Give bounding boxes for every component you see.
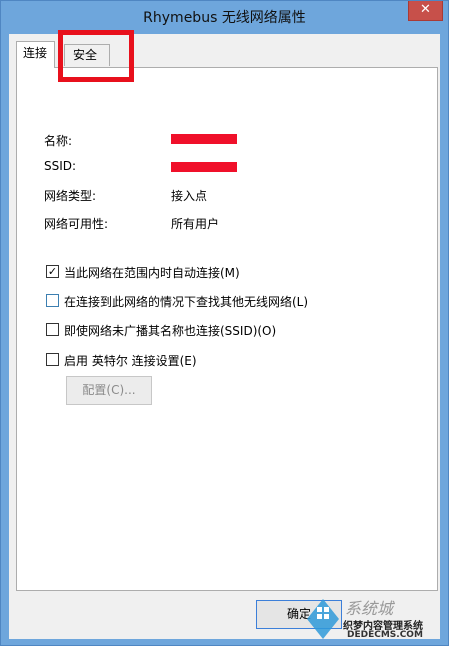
option-label: 即使网络未广播其名称也连接(SSID)(O) <box>64 324 277 338</box>
option-label: 当此网络在范围内时自动连接(M) <box>64 266 240 280</box>
info-value: 接入点 <box>171 189 208 203</box>
checkbox-icon[interactable] <box>46 323 59 336</box>
watermark: 系统城 织梦内容管理系统 DEDECMS.COM <box>297 589 449 646</box>
redaction-bar <box>171 162 237 172</box>
tab-connection[interactable]: 连接 <box>16 41 55 68</box>
window-title: Rhymebus 无线网络属性 <box>143 10 306 26</box>
info-label: 名称: <box>44 134 73 148</box>
checkbox-icon[interactable] <box>46 294 59 307</box>
connection-panel: 名称: SSID: 网络类型: 接入点 网络可用性: 所有用户 ✓ 当此网络在范… <box>16 67 438 591</box>
info-label: 网络可用性: <box>44 217 109 231</box>
configure-button[interactable]: 配置(C)... <box>66 376 152 405</box>
option-label: 启用 英特尔 连接设置(E) <box>64 354 197 368</box>
close-icon: ✕ <box>420 2 431 17</box>
properties-window: Rhymebus 无线网络属性 ✕ 连接 安全 名称: SSID: 网络类型: … <box>0 0 449 646</box>
dialog-client-area: 连接 安全 名称: SSID: 网络类型: 接入点 网络可用性: 所有用户 ✓ … <box>9 34 440 639</box>
option-label: 在连接到此网络的情况下查找其他无线网络(L) <box>64 295 309 309</box>
windows-logo-icon <box>307 599 339 639</box>
checkbox-icon[interactable] <box>46 353 59 366</box>
close-button[interactable]: ✕ <box>408 1 443 21</box>
info-value: 所有用户 <box>171 217 220 231</box>
security-tab-highlight <box>58 30 134 82</box>
redaction-bar <box>171 134 237 144</box>
checkbox-checked-icon[interactable]: ✓ <box>46 265 59 278</box>
info-label: 网络类型: <box>44 189 97 203</box>
watermark-site: 系统城 <box>345 599 394 618</box>
info-label: SSID: <box>44 159 77 173</box>
watermark-url: DEDECMS.COM <box>347 630 423 640</box>
